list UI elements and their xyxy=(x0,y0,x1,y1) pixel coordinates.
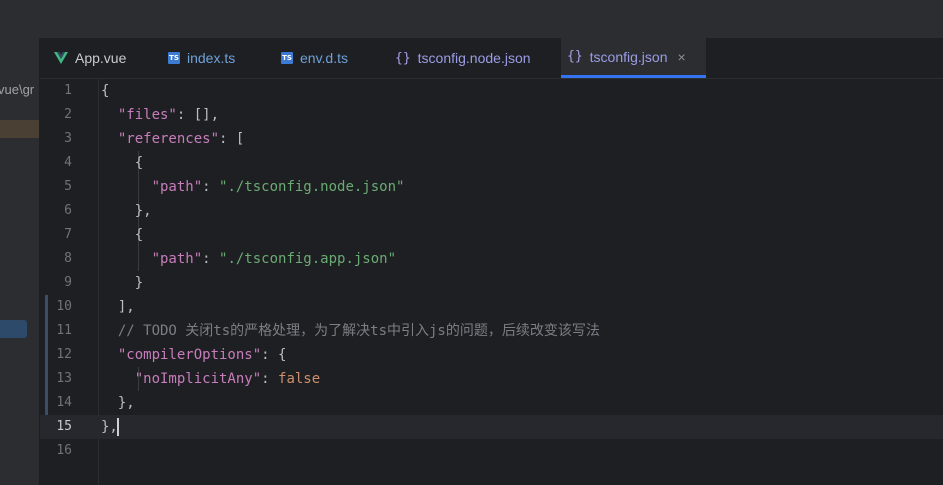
code-line[interactable]: 13 "noImplicitAny": false xyxy=(40,367,943,391)
editor-tab-bar: App.vue TS index.ts TS env.d.ts {} tscon… xyxy=(40,38,943,79)
line-number: 6 xyxy=(64,203,72,218)
tab-env-d-ts[interactable]: TS env.d.ts xyxy=(275,38,385,78)
tab-label: index.ts xyxy=(187,50,236,66)
json-punct: : [], xyxy=(176,107,220,123)
line-number: 4 xyxy=(64,155,72,170)
project-panel[interactable]: vue\gr xyxy=(0,38,40,485)
json-string: "./tsconfig.app.json" xyxy=(219,251,397,267)
code-line[interactable]: 8 "path": "./tsconfig.app.json" xyxy=(40,247,943,271)
line-number: 16 xyxy=(56,443,72,458)
line-number: 9 xyxy=(64,275,72,290)
code-line[interactable]: 2 "files": [], xyxy=(40,103,943,127)
line-number: 3 xyxy=(64,131,72,146)
tab-tsconfig-json[interactable]: {} tsconfig.json × xyxy=(561,38,706,78)
code-line[interactable]: 1 { xyxy=(40,79,943,103)
code-comment: // TODO 关闭ts的严格处理，为了解决ts中引入js的问题，后续改变该写法 xyxy=(117,323,600,339)
line-number: 2 xyxy=(64,107,72,122)
brace: }, xyxy=(117,395,135,411)
project-path-label: vue\gr xyxy=(0,82,35,97)
brace: }, xyxy=(134,203,152,219)
code-line[interactable]: 14 }, xyxy=(40,391,943,415)
brace: } xyxy=(134,275,144,291)
brace: }, xyxy=(101,419,118,435)
title-bar xyxy=(0,0,943,39)
json-icon: {} xyxy=(395,50,411,66)
json-boolean: false xyxy=(278,371,321,387)
json-key: "files" xyxy=(117,107,177,123)
brace: { xyxy=(101,83,110,99)
line-number: 8 xyxy=(64,251,72,266)
line-number: 13 xyxy=(56,371,72,386)
tab-index-ts[interactable]: TS index.ts xyxy=(162,38,272,78)
line-number: 12 xyxy=(56,347,72,362)
code-line[interactable]: 7 { xyxy=(40,223,943,247)
brace: { xyxy=(134,227,144,243)
code-line-current[interactable]: 15 }, xyxy=(40,415,943,439)
tab-label: env.d.ts xyxy=(300,50,348,66)
json-key: "path" xyxy=(151,251,203,267)
project-tree-highlight[interactable] xyxy=(0,120,39,138)
tab-tsconfig-node-json[interactable]: {} tsconfig.node.json xyxy=(389,38,559,78)
tab-label: tsconfig.json xyxy=(589,48,668,65)
tab-label: App.vue xyxy=(75,50,127,66)
code-line[interactable]: 12 "compilerOptions": { xyxy=(40,343,943,367)
json-punct: : xyxy=(202,179,220,195)
bracket: ], xyxy=(117,299,135,315)
json-key: "references" xyxy=(117,131,220,147)
tab-label: tsconfig.node.json xyxy=(417,50,531,66)
ts-file-icon: TS xyxy=(281,52,293,64)
project-tree-selection[interactable] xyxy=(0,320,27,338)
tab-app-vue[interactable]: App.vue xyxy=(48,38,160,78)
line-number: 7 xyxy=(64,227,72,242)
line-number: 14 xyxy=(56,395,72,410)
code-line[interactable]: 16 xyxy=(40,439,943,463)
line-number: 1 xyxy=(64,83,72,98)
json-punct: : xyxy=(202,251,220,267)
json-key: "noImplicitAny" xyxy=(134,371,262,387)
json-punct: : { xyxy=(261,347,287,363)
code-line[interactable]: 9 } xyxy=(40,271,943,295)
code-line[interactable]: 5 "path": "./tsconfig.node.json" xyxy=(40,175,943,199)
close-icon[interactable]: × xyxy=(677,49,685,65)
line-number: 15 xyxy=(56,419,72,434)
json-key: "path" xyxy=(151,179,203,195)
json-punct: : [ xyxy=(219,131,245,147)
code-line[interactable]: 10 ], xyxy=(40,295,943,319)
code-line[interactable]: 6 }, xyxy=(40,199,943,223)
text-caret xyxy=(117,418,119,436)
vue-icon xyxy=(54,52,68,64)
code-line[interactable]: 4 { xyxy=(40,151,943,175)
json-string: "./tsconfig.node.json" xyxy=(219,179,405,195)
json-icon: {} xyxy=(567,49,583,64)
line-number: 11 xyxy=(56,323,72,338)
line-number: 5 xyxy=(64,179,72,194)
brace: { xyxy=(134,155,144,171)
json-punct: : xyxy=(261,371,279,387)
line-number: 10 xyxy=(56,299,72,314)
code-line[interactable]: 11 // TODO 关闭ts的严格处理，为了解决ts中引入js的问题，后续改变… xyxy=(40,319,943,343)
code-editor[interactable]: 1 { 2 "files": [], 3 "references": [ 4 {… xyxy=(40,79,943,485)
json-key: "compilerOptions" xyxy=(117,347,262,363)
code-line[interactable]: 3 "references": [ xyxy=(40,127,943,151)
ts-file-icon: TS xyxy=(168,52,180,64)
